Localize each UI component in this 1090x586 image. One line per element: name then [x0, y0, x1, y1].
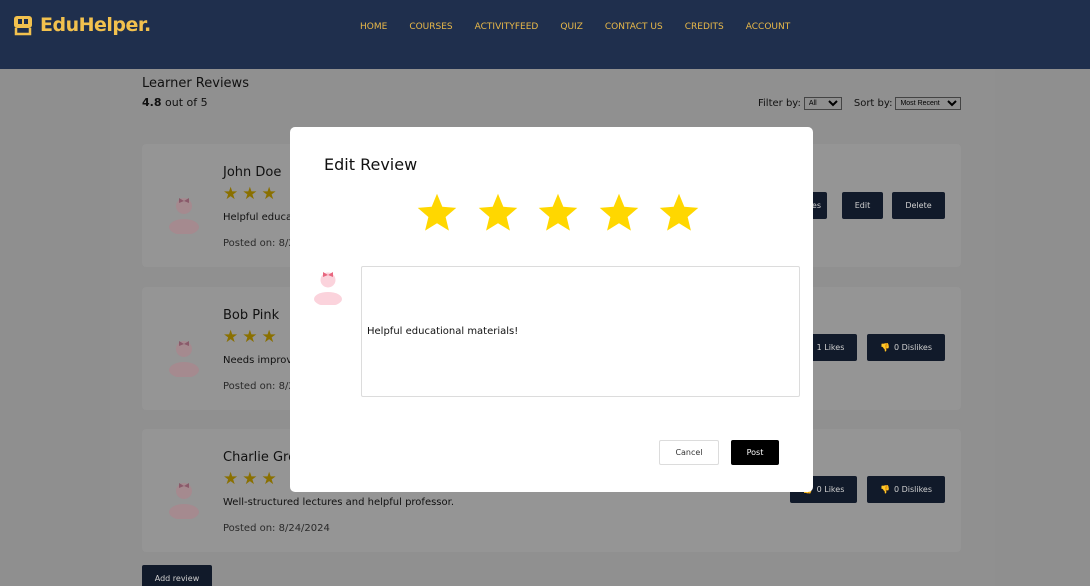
star-2[interactable]: [468, 189, 529, 237]
thumbs-down-icon: 👎: [879, 485, 890, 494]
avatar-icon: [169, 341, 199, 377]
review-text: Needs improv: [223, 355, 293, 366]
review-date: Posted on: 8/2: [223, 238, 295, 249]
star-icon: [478, 193, 517, 231]
star-icon: [599, 193, 638, 231]
edit-review-modal: Edit Review Helpful educational material…: [290, 127, 813, 492]
graduation-icon: [14, 16, 32, 36]
edit-label: Edit: [854, 201, 871, 210]
review-date: Posted on: 8/24/2024: [223, 523, 330, 534]
dislikes-label: 0 Dislikes: [893, 343, 933, 352]
sort-label: Sort by:: [853, 98, 893, 109]
likes-label: es: [811, 201, 821, 210]
cancel-button[interactable]: Cancel: [659, 440, 719, 465]
dislikes-button[interactable]: 👎 0 Dislikes: [867, 476, 945, 503]
nav-quiz[interactable]: QUIZ: [560, 22, 583, 32]
review-stars: ★★★: [223, 327, 281, 347]
star-4[interactable]: [589, 189, 650, 237]
avatar-icon: [169, 198, 199, 234]
thumbs-down-icon: 👎: [879, 343, 890, 352]
delete-label: Delete: [905, 201, 932, 210]
delete-button[interactable]: Delete: [892, 192, 945, 219]
modal-title: Edit Review: [324, 155, 418, 174]
nav-activityfeed[interactable]: ACTIVITYFEED: [475, 22, 539, 32]
avatar-icon: [314, 272, 342, 305]
review-stars: ★★★: [223, 184, 281, 204]
review-text: Helpful educat: [223, 212, 296, 223]
filter-label: Filter by:: [758, 98, 801, 109]
dislikes-button[interactable]: 👎 0 Dislikes: [867, 334, 945, 361]
nav-courses[interactable]: COURSES: [409, 22, 452, 32]
avatar-icon: [169, 483, 199, 519]
add-review-button[interactable]: Add review: [142, 565, 212, 586]
reviewer-name: Charlie Gre: [223, 450, 297, 465]
star-rating: [407, 189, 710, 237]
sort-select[interactable]: Most Recent: [895, 97, 962, 110]
review-text: Well-structured lectures and helpful pro…: [223, 497, 455, 508]
edit-button[interactable]: Edit: [842, 192, 883, 219]
post-button[interactable]: Post: [731, 440, 779, 465]
reviewer-name: John Doe: [223, 165, 282, 180]
rating-suffix: out of 5: [161, 96, 208, 109]
nav-account[interactable]: ACCOUNT: [746, 22, 790, 32]
star-1[interactable]: [407, 189, 468, 237]
review-date: Posted on: 8/2: [223, 381, 295, 392]
review-textarea[interactable]: Helpful educational materials!: [361, 266, 800, 397]
rating-score: 4.8: [142, 96, 162, 109]
star-icon: [539, 193, 578, 231]
reviewer-name: Bob Pink: [223, 308, 280, 323]
rating-summary: 4.8 out of 5: [142, 96, 208, 109]
dislikes-label: 0 Dislikes: [893, 485, 933, 494]
star-3[interactable]: [528, 189, 589, 237]
likes-label: 1 Likes: [816, 343, 845, 352]
nav-credits[interactable]: CREDITS: [685, 22, 724, 32]
nav-menu: HOME COURSES ACTIVITYFEED QUIZ CONTACT U…: [360, 22, 812, 32]
review-stars: ★★★: [223, 469, 281, 489]
star-5[interactable]: [649, 189, 710, 237]
reviews-title: Learner Reviews: [142, 76, 249, 91]
brand-logo[interactable]: EduHelper.: [12, 13, 151, 37]
star-icon: [418, 193, 457, 231]
filter-sort-bar: Filter by: All Sort by: Most Recent: [758, 97, 962, 110]
brand-name: EduHelper.: [40, 14, 151, 36]
navbar: EduHelper. HOME COURSES ACTIVITYFEED QUI…: [0, 0, 1090, 69]
filter-select[interactable]: All: [803, 97, 842, 110]
nav-home[interactable]: HOME: [360, 22, 387, 32]
likes-label: 0 Likes: [816, 485, 845, 494]
nav-contact-us[interactable]: CONTACT US: [605, 22, 663, 32]
star-icon: [660, 193, 699, 231]
